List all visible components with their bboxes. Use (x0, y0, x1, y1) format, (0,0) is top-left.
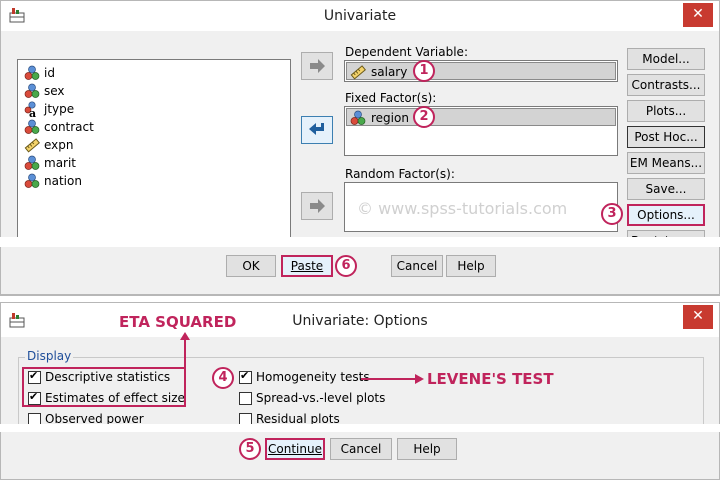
save-button[interactable]: Save... (627, 178, 705, 200)
move-to-fixed-factor-button[interactable] (301, 116, 333, 144)
fixed-factor-value: region (371, 111, 409, 125)
paste-button[interactable]: Paste (281, 255, 333, 277)
nominal-icon (24, 119, 40, 135)
options-title: Univariate: Options (292, 313, 428, 329)
separator-band (0, 237, 720, 247)
variable-name: contract (44, 120, 94, 134)
univariate-titlebar: Univariate ✕ (1, 1, 719, 31)
plots-button[interactable]: Plots... (627, 100, 705, 122)
step-5-marker: 5 (239, 438, 261, 460)
fixed-factor-label: Fixed Factor(s): (345, 91, 437, 105)
ok-button[interactable]: OK (226, 255, 276, 277)
fixed-factor-list[interactable]: region (344, 106, 618, 156)
string-nominal-icon: a (24, 101, 40, 120)
levenes-test-annotation: LEVENE'S TEST (427, 370, 554, 388)
post-hoc-button[interactable]: Post Hoc... (627, 126, 705, 148)
move-to-dependent-button[interactable] (301, 52, 333, 80)
options-help-button[interactable]: Help (397, 438, 457, 460)
dependent-variable-selection[interactable]: salary (346, 62, 616, 80)
options-cancel-button[interactable]: Cancel (330, 438, 392, 460)
variable-name: jtype (44, 102, 75, 116)
variable-name: id (44, 66, 55, 80)
effect-size-highlight (22, 367, 186, 407)
variable-name: marit (44, 156, 77, 170)
fixed-factor-selection[interactable]: region (346, 108, 616, 126)
nominal-icon (350, 110, 366, 125)
step-3-marker: 3 (601, 203, 623, 225)
continue-button[interactable]: Continue (265, 438, 325, 460)
nominal-icon (24, 65, 40, 81)
step-6-marker: 6 (335, 255, 357, 277)
scale-icon (24, 137, 40, 153)
dependent-variable-value: salary (371, 65, 408, 79)
univariate-button-bar: OK Paste 6 Cancel Help (0, 247, 720, 295)
univariate-close-button[interactable]: ✕ (683, 3, 713, 27)
move-to-random-factor-button[interactable] (301, 192, 333, 220)
options-button-bar: 5 Continue Cancel Help (0, 432, 720, 480)
arrow-right-icon (310, 199, 325, 213)
nominal-icon (24, 173, 40, 189)
univariate-title: Univariate (323, 8, 397, 24)
contrasts-button[interactable]: Contrasts... (627, 74, 705, 96)
model-button[interactable]: Model... (627, 48, 705, 70)
variable-name: expn (44, 138, 74, 152)
random-factor-list[interactable]: © www.spss-tutorials.com (344, 182, 618, 232)
nominal-icon (24, 83, 40, 99)
scale-icon (350, 65, 366, 80)
variable-list[interactable]: id sex a jtype contract expn marit nation (17, 59, 291, 241)
display-right-checkbox-1[interactable] (239, 392, 252, 405)
display-right-checkbox-label-1: Spread-vs.-level plots (256, 391, 386, 405)
separator-band (0, 424, 720, 432)
step-1-marker: 1 (413, 60, 435, 82)
random-factor-label: Random Factor(s): (345, 167, 455, 181)
levene-arrow-icon (361, 374, 424, 384)
options-close-button[interactable]: ✕ (683, 305, 713, 329)
display-right-checkbox-label-0: Homogeneity tests (256, 370, 370, 384)
svg-text:a: a (29, 107, 36, 117)
dependent-variable-label: Dependent Variable: (345, 45, 468, 59)
help-button[interactable]: Help (446, 255, 496, 277)
eta-squared-annotation: ETA SQUARED (119, 313, 237, 331)
step-4-marker: 4 (212, 367, 234, 389)
em-means-button[interactable]: EM Means... (627, 152, 705, 174)
variable-name: nation (44, 174, 82, 188)
step-2-marker: 2 (413, 106, 435, 128)
options-dialog: Univariate: Options ✕ Display Descriptiv… (0, 302, 720, 437)
display-right-checkbox-0[interactable] (239, 369, 252, 384)
dependent-variable-field[interactable]: salary (344, 60, 618, 82)
display-group-label: Display (25, 349, 74, 363)
eta-arrow-icon (180, 332, 190, 371)
options-button[interactable]: Options... (627, 204, 705, 226)
variable-name: sex (44, 84, 65, 98)
cancel-button[interactable]: Cancel (391, 255, 443, 277)
nominal-icon (24, 155, 40, 171)
options-titlebar: Univariate: Options ✕ (1, 303, 719, 337)
watermark-text: © www.spss-tutorials.com (357, 199, 568, 218)
arrow-right-icon (310, 59, 325, 73)
arrow-left-icon (309, 123, 324, 135)
